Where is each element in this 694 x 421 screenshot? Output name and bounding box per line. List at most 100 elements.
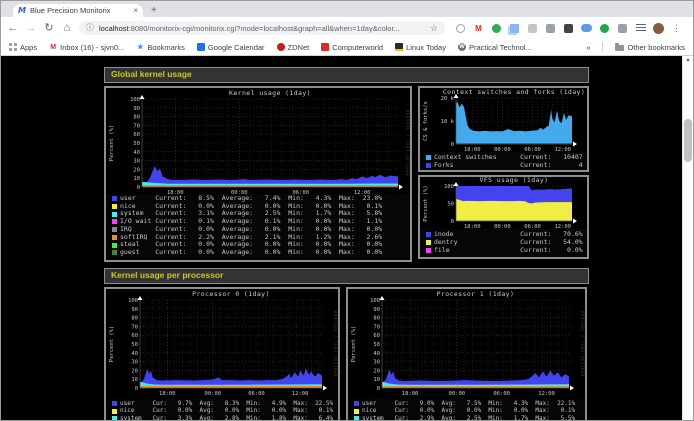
browser-tab[interactable]: M Blue Precision Monitorix × (13, 4, 143, 17)
legend-swatch (426, 232, 431, 237)
legend-swatch (354, 409, 359, 414)
legend-row: Context switches Current: 10407 (426, 153, 587, 161)
svg-text:40: 40 (131, 351, 138, 357)
legend-swatch (112, 401, 117, 406)
svg-text:CS & forks/s: CS & forks/s (423, 101, 429, 141)
browser-menu-icon[interactable]: ⋮ (672, 23, 681, 34)
svg-text:90: 90 (133, 106, 140, 112)
scrollbar-thumb[interactable] (684, 119, 692, 162)
svg-text:Processor 1 (1day): Processor 1 (1day) (437, 290, 515, 298)
bookmark-zdnet[interactable]: ZDNet (277, 43, 310, 52)
gmail-icon: M (49, 43, 57, 51)
svg-text:30: 30 (133, 159, 140, 165)
close-tab-icon[interactable]: × (133, 7, 138, 15)
dark-square-extension-icon[interactable] (563, 23, 574, 34)
legend-row: nice Cur: 0.0% Avg: 0.0% Min: 0.0% Max: … (354, 407, 585, 414)
cast-extension-icon[interactable] (545, 23, 556, 34)
browser-toolbar: ← → ↻ ⌂ ⓘ localhost:8080/monitorix-cgi/m… (1, 17, 693, 39)
page-scrollbar[interactable]: ▴ (682, 56, 693, 420)
svg-text:20: 20 (131, 368, 138, 374)
home-icon[interactable]: ⌂ (61, 23, 73, 34)
green-circle-extension-icon[interactable] (599, 23, 610, 34)
svg-text:50: 50 (447, 202, 454, 208)
other-bookmarks-button[interactable]: Other bookmarks (615, 43, 685, 52)
vfs-usage-legend: inode Current: 70.6%dentry Current: 54.0… (420, 229, 587, 254)
svg-text:Context switches and forks (1: Context switches and forks (1day) (443, 88, 585, 96)
bookmark-linux-today[interactable]: Linux Today (395, 43, 446, 52)
svg-text:70: 70 (133, 123, 140, 129)
processor1-legend: user Cur: 9.0% Avg: 7.5% Min: 4.3% Max: … (348, 399, 585, 421)
processor1-graph-panel[interactable]: 010203040506070809010018:0000:0006:0012:… (346, 287, 587, 421)
kernel-usage-graph-panel[interactable]: 010203040506070809010018:0000:0006:0012:… (104, 86, 412, 262)
gray-square-extension-icon[interactable] (527, 23, 538, 34)
legend-swatch (112, 219, 117, 224)
svg-text:60: 60 (133, 132, 140, 138)
svg-text:18:00: 18:00 (402, 391, 419, 397)
kernel-usage-graph[interactable]: 010203040506070809010018:0000:0006:0012:… (106, 88, 410, 194)
back-icon[interactable]: ← (7, 23, 19, 34)
legend-swatch (112, 416, 117, 421)
svg-text:70: 70 (131, 324, 138, 330)
search-extension-icon[interactable] (455, 23, 466, 34)
right-graphs-column: 010 k20 k18:0000:0006:0012:00Context swi… (418, 86, 589, 262)
bookmark-google-calendar[interactable]: Google Calendar (197, 43, 265, 52)
new-tab-button[interactable]: + (151, 5, 157, 16)
gmail-extension-icon[interactable]: M (473, 23, 484, 34)
section-header-global-kernel-usage: Global kernel usage (104, 67, 589, 83)
reload-icon[interactable]: ↻ (43, 23, 55, 34)
bookmark-practical-technology[interactable]: WPractical Technol... (458, 43, 532, 52)
bookmark-computerworld[interactable]: Computerworld (321, 43, 383, 52)
legend-swatch (112, 250, 117, 255)
svg-text:18:00: 18:00 (464, 224, 481, 229)
global-kernel-row: 010203040506070809010018:0000:0006:0012:… (104, 86, 589, 262)
vfs-usage-graph-panel[interactable]: 05010018:0000:0006:0012:00VFS usage (1da… (418, 175, 589, 259)
pages-extension-icon[interactable] (509, 23, 520, 34)
svg-text:50: 50 (373, 342, 380, 348)
wordpress-icon: W (458, 43, 466, 51)
processor0-graph-panel[interactable]: 010203040506070809010018:0000:0006:0012:… (104, 287, 340, 421)
bookmark-apps[interactable]: Apps (9, 43, 37, 52)
svg-text:0: 0 (451, 219, 454, 225)
tab-title: Blue Precision Monitorix (30, 6, 129, 15)
legend-swatch (112, 409, 117, 414)
bookmark-inbox[interactable]: MInbox (16) - sjvn0... (49, 43, 124, 52)
puzzle-extensions-icon[interactable] (617, 23, 628, 34)
reading-list-extension-icon[interactable] (635, 23, 646, 34)
svg-text:10: 10 (133, 176, 140, 182)
address-bar[interactable]: ⓘ localhost:8080/monitorix-cgi/monitorix… (79, 21, 445, 35)
svg-text:20: 20 (133, 167, 140, 173)
svg-text:80: 80 (133, 115, 140, 121)
context-switches-graph[interactable]: 010 k20 k18:0000:0006:0012:00Context swi… (420, 88, 587, 152)
bookmarks-overflow-chevron[interactable]: » (586, 43, 590, 52)
svg-text:12:00: 12:00 (554, 147, 571, 152)
bookmark-bookmarks[interactable]: ★Bookmarks (136, 43, 185, 52)
blue-pill-extension-icon[interactable] (581, 23, 592, 34)
legend-row: inode Current: 70.6% (426, 230, 587, 238)
svg-text:50: 50 (133, 141, 140, 147)
profile-avatar[interactable] (653, 23, 664, 34)
svg-text:10: 10 (131, 377, 138, 383)
forward-icon[interactable]: → (25, 23, 37, 34)
svg-text:100: 100 (370, 298, 380, 304)
legend-swatch (354, 401, 359, 406)
svg-text:0: 0 (137, 185, 140, 191)
folder-icon (615, 45, 624, 51)
site-info-icon[interactable]: ⓘ (86, 24, 94, 32)
legend-swatch (426, 240, 431, 245)
processor0-graph[interactable]: 010203040506070809010018:0000:0006:0012:… (106, 289, 338, 399)
svg-text:30: 30 (373, 360, 380, 366)
processor1-graph[interactable]: 010203040506070809010018:0000:0006:0012:… (348, 289, 585, 399)
scrollbar-up-icon[interactable]: ▴ (683, 56, 693, 64)
browser-window: M Blue Precision Monitorix × + ← → ↻ ⌂ ⓘ… (0, 0, 694, 421)
svg-text:60: 60 (373, 333, 380, 339)
legend-swatch (112, 212, 117, 217)
svg-text:Percent (%): Percent (%) (109, 125, 115, 161)
svg-text:VFS usage (1day): VFS usage (1day) (479, 177, 548, 184)
vfs-usage-graph[interactable]: 05010018:0000:0006:0012:00VFS usage (1da… (420, 177, 587, 229)
green-globe-extension-icon[interactable] (491, 23, 502, 34)
context-switches-graph-panel[interactable]: 010 k20 k18:0000:0006:0012:00Context swi… (418, 86, 589, 172)
svg-text:12:00: 12:00 (538, 391, 555, 397)
svg-text:00:00: 00:00 (205, 391, 222, 397)
svg-text:06:00: 06:00 (524, 224, 541, 229)
bookmark-star-icon[interactable]: ☆ (430, 23, 438, 34)
